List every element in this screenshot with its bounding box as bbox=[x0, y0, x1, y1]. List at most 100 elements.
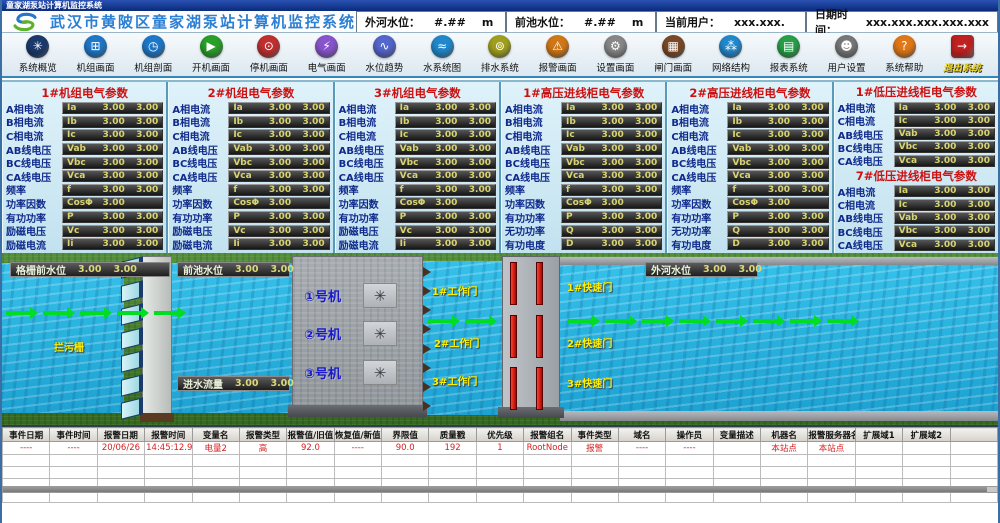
param-value-1: 3.00 bbox=[764, 103, 793, 113]
param-row: 频率f3.003.00 bbox=[505, 184, 662, 196]
work-gate-1-label[interactable]: 1#工作门 bbox=[432, 283, 477, 298]
param-tag: Ia bbox=[566, 103, 598, 113]
toolbar-button-label: 开机画面 bbox=[192, 60, 230, 74]
empty-cell bbox=[618, 467, 665, 479]
toolbar-button-drainage-system[interactable]: ⊚排水系统 bbox=[474, 35, 526, 74]
panel-title: 1#高压进线柜电气参数 bbox=[505, 85, 662, 101]
gate-bar[interactable] bbox=[536, 367, 543, 410]
param-row: CA线电压Vca3.003.00 bbox=[671, 170, 828, 182]
gate-bar[interactable] bbox=[536, 315, 543, 358]
impeller-icon: ✳ bbox=[363, 283, 397, 308]
gate-bar[interactable] bbox=[510, 367, 517, 410]
param-value-2: 3.00 bbox=[128, 117, 158, 127]
app-logo-icon bbox=[8, 12, 42, 32]
toolbar-button-electrical-screen[interactable]: ⚡电气画面 bbox=[301, 35, 353, 74]
param-row: 频率f3.003.00 bbox=[6, 184, 163, 196]
col-header: 变量名 bbox=[192, 428, 239, 442]
param-value-2: 3.00 bbox=[461, 158, 491, 168]
toolbar-button-gate-screen[interactable]: ▦闸门画面 bbox=[647, 35, 699, 74]
param-tag: Ic bbox=[732, 130, 764, 140]
param-row: 励磁电流Ii3.003.00 bbox=[172, 238, 329, 250]
gate-bar[interactable] bbox=[510, 262, 517, 305]
param-row: A相电流Ia3.003.00 bbox=[339, 102, 496, 114]
pump-unit-3[interactable]: ③号机 ✳ bbox=[304, 360, 397, 385]
hinge-marker bbox=[423, 363, 431, 373]
param-tag: f bbox=[233, 185, 265, 195]
header-status-fields: 外河水位： #.## m 前池水位： #.## m 当前用户： xxx.xxx.… bbox=[356, 11, 998, 32]
value-display: Vab3.003.00 bbox=[727, 143, 828, 155]
param-row: 有功功率P3.003.00 bbox=[6, 211, 163, 223]
work-gate-2-label[interactable]: 2#工作门 bbox=[434, 335, 479, 350]
toolbar-button-exit-system[interactable]: →退出系统 bbox=[936, 35, 988, 74]
value-display: D3.003.00 bbox=[727, 238, 828, 250]
hinge-marker bbox=[423, 286, 431, 296]
impeller-icon: ✳ bbox=[363, 321, 397, 346]
param-tag: CosΦ bbox=[400, 198, 432, 208]
toolbar-button-user-settings[interactable]: ☻用户设置 bbox=[820, 35, 872, 74]
river-wall-bottom bbox=[560, 411, 998, 421]
empty-cell bbox=[713, 455, 760, 467]
horizontal-scrollbar[interactable] bbox=[2, 486, 998, 493]
empty-cell bbox=[50, 455, 97, 467]
current-user-field: 当前用户： xxx.xxx. bbox=[656, 11, 806, 32]
alarm-row[interactable]: --------20/06/2614:45:12.931电量2高92.0----… bbox=[3, 442, 998, 455]
panel-title: 1#低压进线柜电气参数 bbox=[838, 84, 995, 100]
scrollbar-thumb[interactable] bbox=[3, 487, 987, 492]
toolbar-button-unit-section[interactable]: ◷机组剖面 bbox=[127, 35, 179, 74]
toolbar-button-stop-screen[interactable]: ⊙停机画面 bbox=[243, 35, 295, 74]
toolbar-button-network-structure[interactable]: ⁂网络结构 bbox=[705, 35, 757, 74]
pump-unit-2[interactable]: ②号机 ✳ bbox=[304, 321, 397, 346]
pump-unit-1[interactable]: ①号机 ✳ bbox=[304, 283, 397, 308]
alarm-cell: 1 bbox=[476, 442, 523, 455]
toolbar-button-report-system[interactable]: ▤报表系统 bbox=[763, 35, 815, 74]
param-row: C相电流Ic3.003.00 bbox=[172, 129, 329, 141]
flow-arrow bbox=[117, 311, 141, 315]
param-value-2: 3.00 bbox=[128, 239, 158, 249]
gate-screen-icon: ▦ bbox=[662, 35, 685, 58]
toolbar-button-unit-screen[interactable]: ⊞机组画面 bbox=[70, 35, 122, 74]
gate-bar[interactable] bbox=[510, 315, 517, 358]
quick-gate-3-label[interactable]: 3#快速门 bbox=[567, 375, 612, 390]
param-row: C相电流Ic3.003.00 bbox=[838, 115, 995, 127]
param-value-2: 3.00 bbox=[128, 185, 158, 195]
value-display: f3.003.00 bbox=[228, 184, 329, 196]
param-row: CA线电压Vca3.003.00 bbox=[172, 170, 329, 182]
alarm-cell bbox=[855, 442, 902, 455]
col-header: 报警服务器名 bbox=[808, 428, 855, 442]
field-unit: m bbox=[632, 16, 643, 29]
alarm-table-header-row: 事件日期事件时间报警日期报警时间变量名报警类型报警值/旧值恢复值/新值界限值质量… bbox=[3, 428, 998, 442]
param-tag: Ib bbox=[400, 117, 432, 127]
param-tag: Vab bbox=[233, 144, 265, 154]
param-tag: f bbox=[732, 185, 764, 195]
empty-cell bbox=[571, 455, 618, 467]
col-header bbox=[950, 428, 998, 442]
work-gate-3-label[interactable]: 3#工作门 bbox=[432, 373, 477, 388]
param-row: AB线电压Vab3.003.00 bbox=[505, 143, 662, 155]
toolbar-button-system-help[interactable]: ?系统帮助 bbox=[878, 35, 930, 74]
toolbar-button-level-trend[interactable]: ∿水位趋势 bbox=[358, 35, 410, 74]
toolbar-button-label: 排水系统 bbox=[481, 60, 519, 74]
param-value-1: 3.00 bbox=[764, 130, 793, 140]
param-value-2: 3.00 bbox=[295, 171, 325, 181]
param-value-2: 3.00 bbox=[960, 156, 990, 166]
param-row: C相电流Ic3.003.00 bbox=[505, 129, 662, 141]
param-row: 有功电度D3.003.00 bbox=[505, 238, 662, 250]
value-display: Vca3.003.00 bbox=[894, 239, 995, 251]
flow-arrows-right bbox=[568, 319, 864, 323]
quick-gate-2-label[interactable]: 2#快速门 bbox=[567, 335, 612, 350]
toolbar-button-system-overview[interactable]: ✳系统概览 bbox=[12, 35, 64, 74]
hinge-marker bbox=[423, 401, 431, 411]
toolbar-button-alarm-screen[interactable]: ⚠报警画面 bbox=[532, 35, 584, 74]
quick-gate-1-label[interactable]: 1#快速门 bbox=[567, 279, 612, 294]
toolbar-button-start-screen[interactable]: ▶开机画面 bbox=[185, 35, 237, 74]
param-tag: CosΦ bbox=[233, 198, 265, 208]
field-value: #.## bbox=[584, 16, 616, 29]
param-value-1: 3.00 bbox=[432, 130, 461, 140]
unit-section-icon: ◷ bbox=[142, 35, 165, 58]
toolbar-button-water-system[interactable]: ≈水系统图 bbox=[416, 35, 468, 74]
param-row: A相电流Ia3.003.00 bbox=[671, 102, 828, 114]
toolbar-button-settings-screen[interactable]: ⚙设置画面 bbox=[589, 35, 641, 74]
param-value-2: 3.00 bbox=[794, 117, 824, 127]
gate-bar[interactable] bbox=[536, 262, 543, 305]
level-label: 外河水位 bbox=[651, 262, 691, 277]
